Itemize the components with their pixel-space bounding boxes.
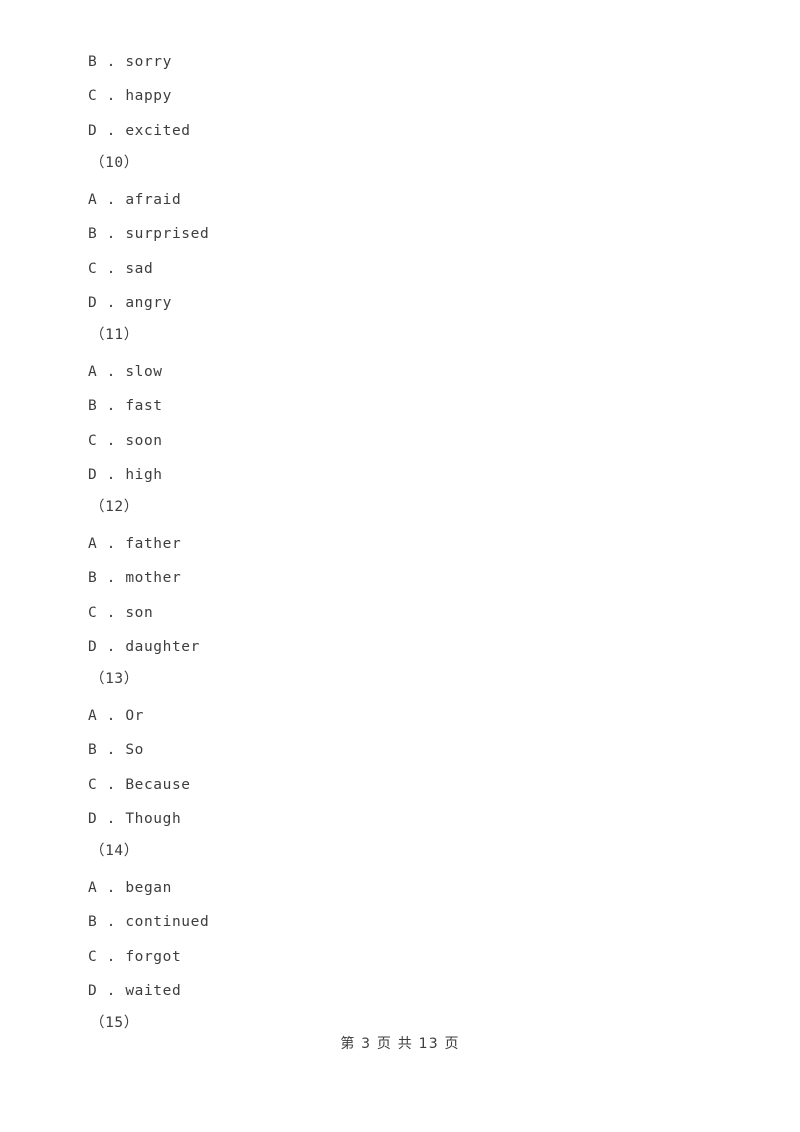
answer-option: C . happy [88,88,172,104]
document-page: B . sorry C . happy D . excited （10） A . afr… [0,0,800,1132]
answer-option: A . Or [88,708,144,724]
answer-option: D . waited [88,983,182,999]
answer-option: B . So [88,742,144,758]
answer-option: C . Because [88,777,191,793]
answer-option: B . continued [88,914,210,930]
question-number: （12） [90,499,139,515]
answer-option: C . sad [88,261,154,277]
answer-option: D . angry [88,295,172,311]
answer-option: D . Though [88,811,182,827]
answer-option: B . surprised [88,226,210,242]
answer-option: B . sorry [88,54,172,70]
question-number: （14） [90,843,139,859]
answer-option: B . fast [88,398,163,414]
question-number: （10） [90,155,139,171]
answer-option: C . soon [88,433,163,449]
answer-option: D . excited [88,123,191,139]
answer-option: D . high [88,467,163,483]
answer-option: A . father [88,536,182,552]
answer-option: C . forgot [88,949,182,965]
question-number: （15） [90,1015,139,1031]
question-number: （13） [90,671,139,687]
question-number: （11） [90,327,139,343]
answer-option: B . mother [88,570,182,586]
answer-option: A . began [88,880,172,896]
answer-option: D . daughter [88,639,200,655]
answer-option: A . slow [88,364,163,380]
answer-option: C . son [88,605,154,621]
answer-option: A . afraid [88,192,182,208]
page-footer: 第 3 页 共 13 页 [340,1036,460,1052]
